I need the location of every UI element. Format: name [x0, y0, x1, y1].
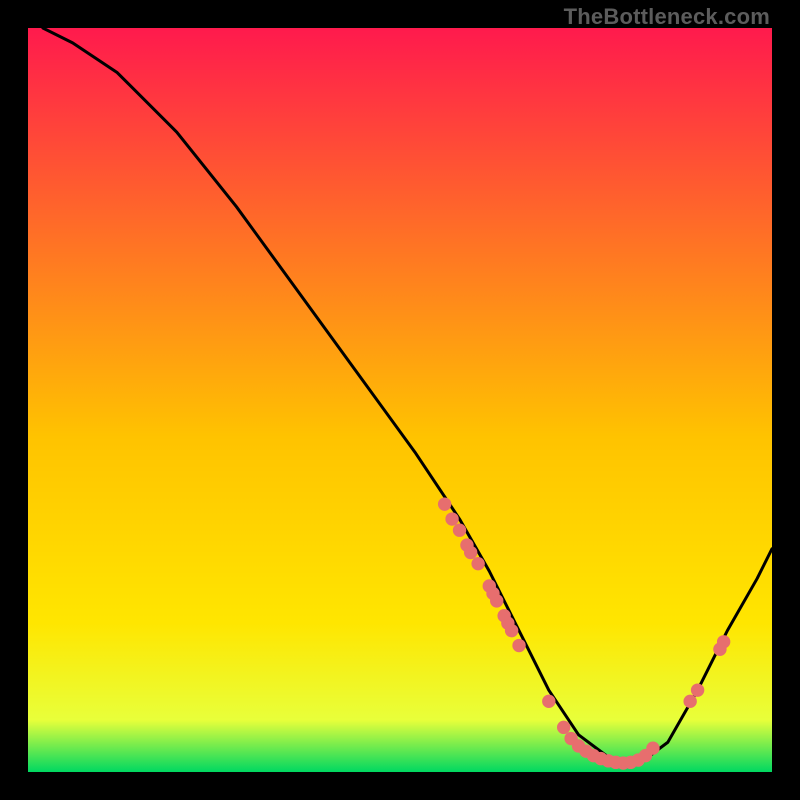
sample-point: [490, 594, 503, 607]
sample-point: [717, 635, 730, 648]
sample-point: [445, 512, 458, 525]
sample-point: [646, 741, 659, 754]
sample-point: [512, 639, 525, 652]
chart-frame: TheBottleneck.com: [0, 0, 800, 800]
sample-point: [471, 557, 484, 570]
plot-background: [28, 28, 772, 772]
sample-point: [683, 695, 696, 708]
plot-area: [28, 28, 772, 772]
sample-point: [542, 695, 555, 708]
chart-svg: [28, 28, 772, 772]
sample-point: [505, 624, 518, 637]
sample-point: [557, 721, 570, 734]
sample-point: [691, 683, 704, 696]
sample-point: [438, 497, 451, 510]
sample-point: [453, 524, 466, 537]
sample-point: [464, 546, 477, 559]
watermark-label: TheBottleneck.com: [564, 4, 770, 30]
